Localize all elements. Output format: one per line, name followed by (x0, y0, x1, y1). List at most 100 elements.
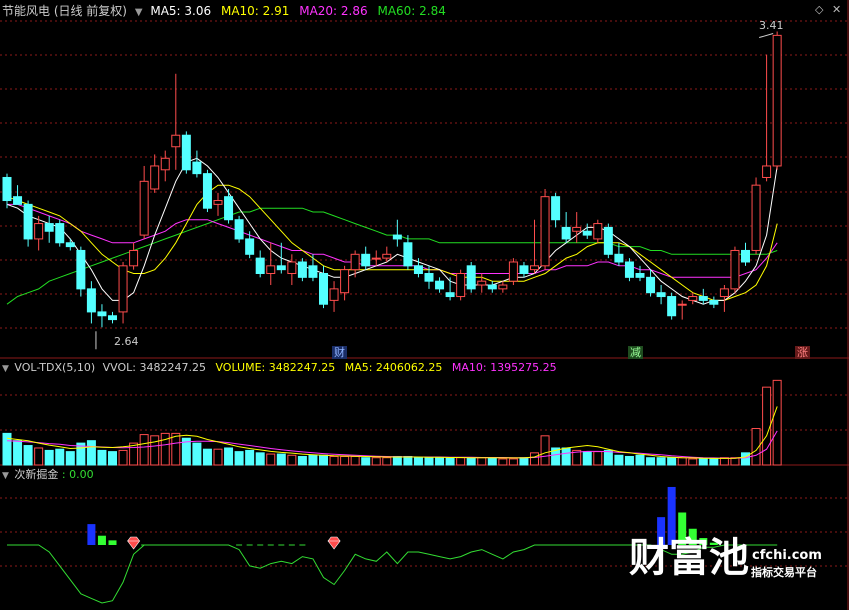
candle-body (477, 280, 487, 286)
price-header: 节能风电 (日线 前复权) ▼ MA5: 3.06 MA10: 2.91 MA2… (2, 4, 446, 20)
event-tag-reduce[interactable]: 减 (628, 346, 643, 359)
diamond-icon[interactable]: ◇ (815, 3, 823, 16)
candle-body (118, 265, 128, 313)
candle-body (603, 226, 613, 255)
volume-bar (667, 457, 677, 466)
volume-bar (688, 458, 698, 466)
candle-body (561, 226, 571, 240)
stock-title: 节能风电 (日线 前复权) (2, 4, 127, 18)
high-price-label: 3.41 (759, 19, 784, 32)
candle-body (435, 280, 445, 290)
volume-bar (392, 455, 402, 466)
volume-bar (97, 449, 107, 466)
indicator-name: 次新掘金 (14, 468, 59, 481)
candle-body (86, 288, 96, 313)
candle-body (181, 134, 191, 171)
volume-bar (350, 455, 360, 466)
candle-body (624, 261, 634, 278)
candle-body (614, 253, 624, 263)
candle-body (255, 257, 265, 274)
candle-body (540, 196, 550, 267)
candle-body (266, 265, 276, 274)
candle-body (76, 249, 86, 290)
volume-bar (487, 457, 497, 466)
volume-bar (202, 448, 212, 466)
gem-icon (127, 536, 141, 550)
volume-bar (255, 452, 265, 466)
volume-ma5-readout: MA5: 2406062.25 (344, 361, 443, 374)
volume-bar (698, 458, 708, 466)
volume-ma10-readout: MA10: 1395275.25 (451, 361, 557, 374)
candle-body (730, 249, 740, 290)
candle-body (508, 261, 518, 282)
volume-bar (382, 457, 392, 466)
volume-bar (530, 452, 539, 466)
volume-bar (614, 454, 624, 466)
candle-body (139, 180, 149, 236)
candle-body (276, 265, 286, 271)
volume-bar (34, 447, 44, 466)
candle-body (361, 253, 371, 267)
volume-bar (730, 457, 740, 466)
volume-bar (192, 442, 202, 466)
volume-bar (234, 451, 244, 466)
stock-chart-window: 节能风电 (日线 前复权) ▼ MA5: 3.06 MA10: 2.91 MA2… (0, 0, 849, 610)
volume-bar (213, 448, 223, 466)
candle-body (160, 157, 170, 171)
indicator-value: : 0.00 (61, 468, 94, 481)
candle-body (245, 238, 255, 255)
close-icon[interactable]: ✕ (832, 3, 841, 16)
volume-bar (150, 435, 160, 466)
candle-body (656, 292, 666, 298)
candle-body (129, 249, 139, 267)
volume-header: ▼ VOL-TDX(5,10) VVOL: 3482247.25 VOLUME:… (2, 361, 557, 376)
indicator-dropdown-icon[interactable]: ▼ (2, 471, 9, 481)
volume-bar (287, 454, 297, 466)
volume-bar (329, 455, 339, 466)
candle-body (297, 261, 307, 278)
candle-body (572, 226, 582, 232)
volume-bar (477, 457, 487, 466)
volume-bar (55, 448, 65, 466)
candle-body (13, 196, 23, 205)
candle-body (23, 203, 33, 240)
candle-body (519, 265, 529, 274)
candle-body (234, 219, 244, 240)
watermark-brand: 财富池 (629, 535, 749, 581)
candle-body (350, 253, 360, 271)
event-tag-limit-up[interactable]: 涨 (795, 346, 810, 359)
volume-bar (245, 449, 255, 466)
candle-body (2, 176, 12, 202)
settings-dropdown-icon[interactable]: ▼ (135, 7, 143, 18)
chart-canvas[interactable] (0, 0, 849, 610)
candle-body (44, 223, 54, 232)
volume-bar (603, 449, 613, 466)
candle-body (371, 257, 381, 260)
candle-body (382, 253, 392, 259)
candle-body (413, 265, 423, 274)
volume-bar (561, 447, 571, 466)
volume-bar (635, 454, 645, 466)
candle-body (456, 273, 466, 298)
event-tag-financial[interactable]: 财 (332, 346, 347, 359)
candle-body (582, 230, 592, 236)
candle-body (392, 234, 402, 240)
volume-dropdown-icon[interactable]: ▼ (2, 364, 9, 374)
candle-body (741, 249, 750, 263)
candle-body (698, 296, 708, 301)
volume-bar (371, 457, 381, 466)
candle-body (530, 265, 539, 271)
indicator-bar (87, 524, 96, 545)
candle-body (108, 315, 117, 321)
candle-body (688, 296, 698, 301)
volume-bar (624, 455, 634, 466)
volume-bar (160, 432, 170, 466)
candle-body (65, 242, 75, 248)
volume-bar (171, 432, 181, 466)
volume-bar (413, 457, 423, 466)
volume-bar (709, 458, 719, 466)
candle-body (498, 284, 508, 290)
volume-bar (445, 457, 455, 466)
volume-bar (308, 454, 318, 466)
candle-body (213, 200, 223, 205)
